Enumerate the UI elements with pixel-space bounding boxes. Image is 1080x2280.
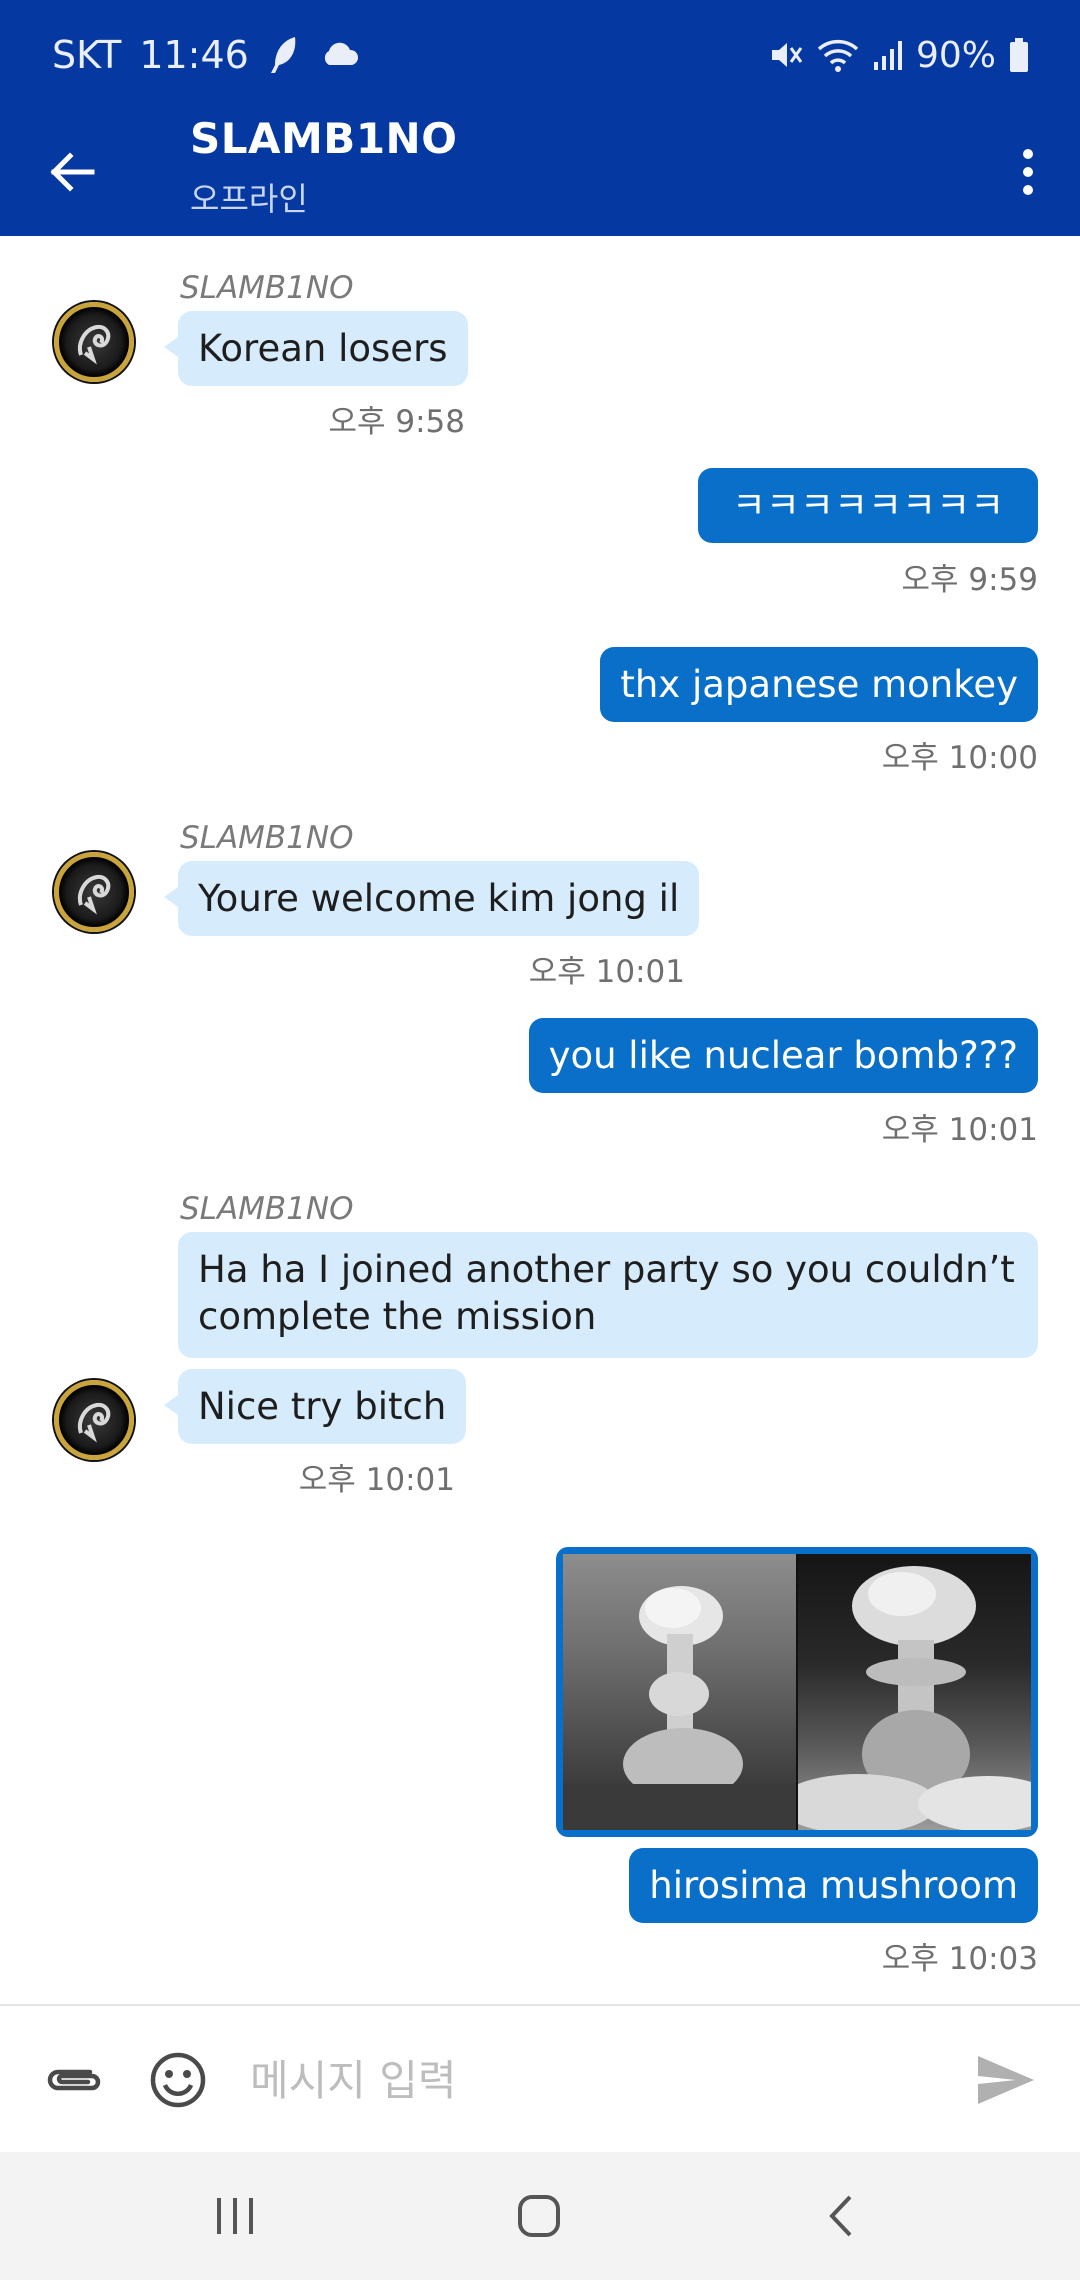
contact-avatar[interactable] <box>54 852 134 932</box>
message-time: 오후 10:01 <box>298 1462 455 1498</box>
home-button[interactable] <box>494 2176 584 2256</box>
incoming-message-bubble[interactable]: Youre welcome kim jong il <box>163 861 700 936</box>
wifi-icon <box>816 37 860 73</box>
incoming-message-bubble[interactable]: Korean losers <box>164 311 468 386</box>
status-right: 90% <box>768 30 1030 80</box>
chevron-left-icon <box>829 2195 852 2237</box>
feather-app-icon <box>267 35 301 75</box>
more-vert-icon <box>1023 149 1033 195</box>
smiley-icon <box>150 2052 206 2108</box>
sender-name: SLAMB1NO <box>180 820 354 856</box>
clock: 11:46 <box>139 33 249 77</box>
signal-icon <box>872 38 904 72</box>
contact-avatar[interactable] <box>54 1380 134 1460</box>
arrow-left-icon <box>50 152 95 192</box>
sender-name: SLAMB1NO <box>180 270 354 306</box>
contact-name: SLAMB1NO <box>190 114 458 163</box>
message-time: 오후 10:03 <box>881 1941 1038 1977</box>
nav-back-button[interactable] <box>796 2176 886 2256</box>
status-bar: SKT 11:46 90% <box>0 0 1080 108</box>
status-left: SKT 11:46 <box>52 30 359 80</box>
battery-icon <box>1008 37 1030 73</box>
message-composer <box>0 2004 1080 2152</box>
message-time: 오후 9:58 <box>328 404 465 440</box>
mushroom-cloud-photo-left <box>563 1554 796 1830</box>
cloud-icon <box>319 41 359 69</box>
more-options-button[interactable] <box>992 132 1064 212</box>
shared-image[interactable] <box>563 1554 1031 1830</box>
battery-percent: 90% <box>915 34 996 76</box>
outgoing-message-bubble[interactable]: hirosima mushroom <box>629 1848 1038 1923</box>
message-time: 오후 10:01 <box>881 1112 1038 1148</box>
outgoing-message-bubble[interactable]: you like nuclear bomb??? <box>528 1018 1038 1093</box>
message-time: 오후 10:00 <box>881 740 1038 776</box>
emoji-button[interactable] <box>146 2044 210 2116</box>
recents-icon <box>217 2198 253 2234</box>
outgoing-message-bubble[interactable]: ㅋㅋㅋㅋㅋㅋㅋㅋ <box>698 468 1038 543</box>
back-button[interactable] <box>36 136 108 208</box>
home-icon <box>518 2195 560 2237</box>
message-time: 오후 10:01 <box>528 954 685 990</box>
recent-apps-button[interactable] <box>190 2176 280 2256</box>
system-nav-bar <box>0 2152 1080 2280</box>
send-icon <box>978 2056 1034 2104</box>
message-input[interactable] <box>250 2042 930 2118</box>
shared-image-bubble[interactable] <box>556 1547 1038 1837</box>
attach-button[interactable] <box>40 2046 108 2114</box>
contact-avatar[interactable] <box>54 302 134 382</box>
incoming-message-bubble[interactable]: Nice try bitch <box>163 1369 467 1444</box>
carrier-label: SKT <box>52 33 122 77</box>
message-time: 오후 9:59 <box>901 562 1038 598</box>
mushroom-cloud-photo-right <box>798 1554 1031 1830</box>
dragon-emblem-icon <box>78 874 111 915</box>
contact-status: 오프라인 <box>190 180 308 218</box>
outgoing-message-bubble[interactable]: thx japanese monkey <box>600 647 1038 722</box>
incoming-message-bubble[interactable]: Ha ha I joined another party so you coul… <box>178 1232 1038 1358</box>
mute-icon <box>768 37 804 73</box>
message-list[interactable]: SLAMB1NO Korean losers 오후 9:58 ㅋㅋㅋㅋㅋㅋㅋㅋ … <box>0 236 1080 2004</box>
dragon-emblem-icon <box>78 1402 111 1443</box>
send-button[interactable] <box>968 2046 1044 2114</box>
sender-name: SLAMB1NO <box>180 1191 354 1227</box>
app-header: SLAMB1NO 오프라인 <box>0 108 1080 236</box>
dragon-emblem-icon <box>78 324 111 365</box>
paperclip-icon <box>47 2069 101 2091</box>
chat-screen: SKT 11:46 90% SLAMB1NO 오프라인 SLAMB1NO Kor… <box>0 0 1080 2280</box>
